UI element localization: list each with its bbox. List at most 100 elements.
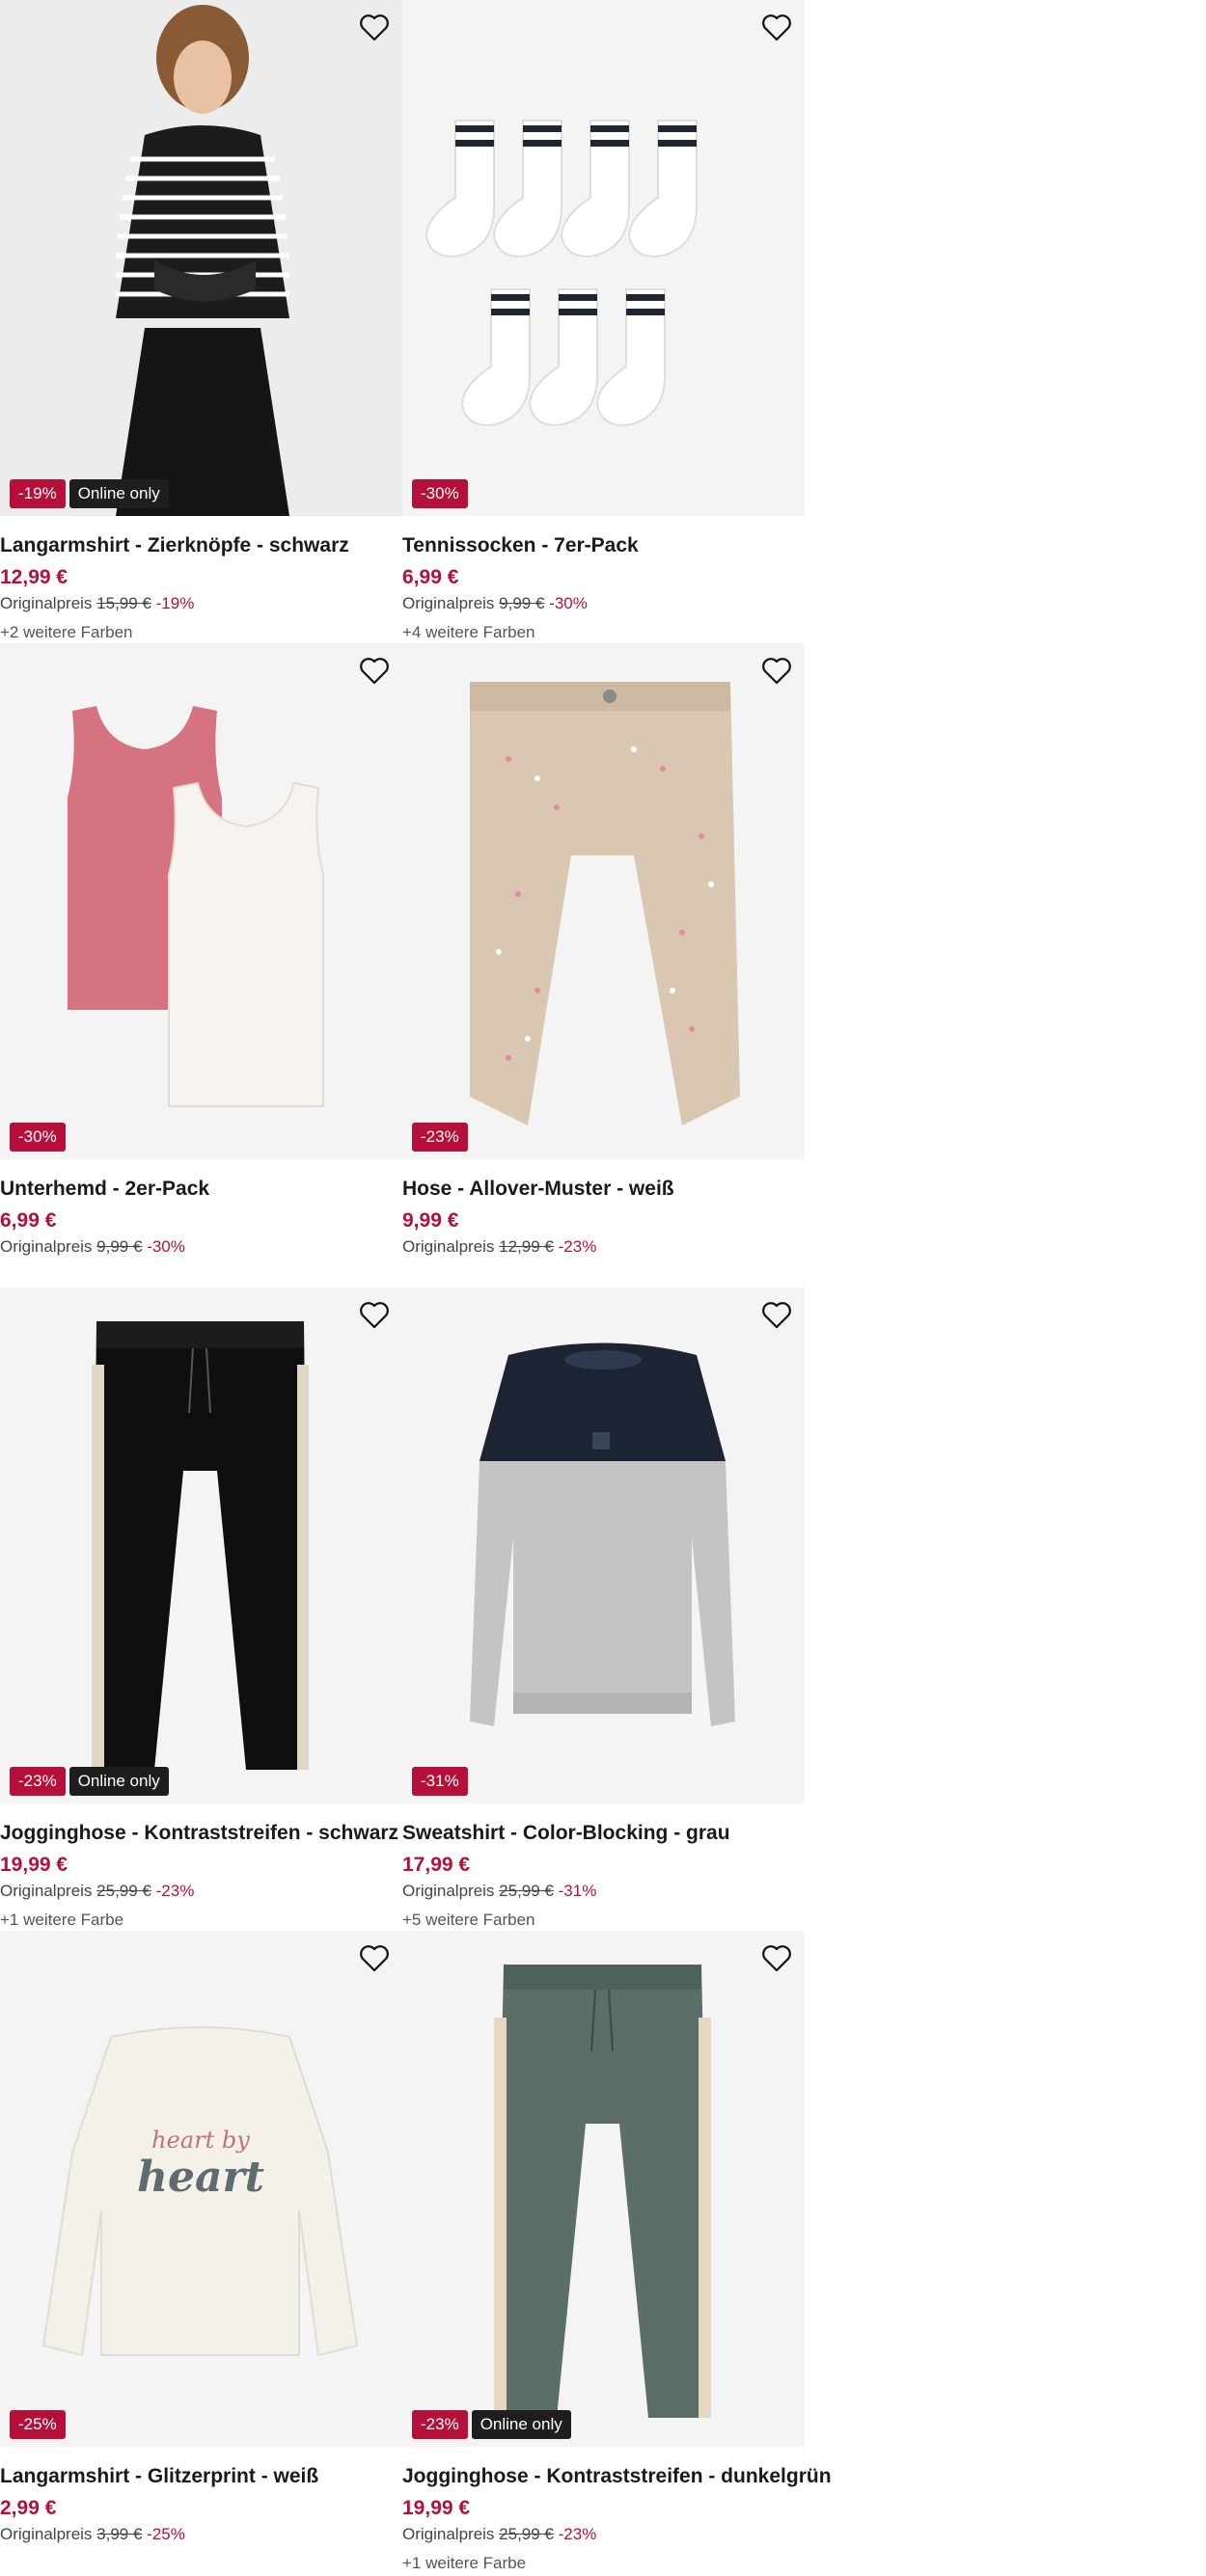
heart-outline-icon [762, 1302, 791, 1329]
discount-percent: -31% [558, 1882, 597, 1900]
discount-badge: -23% [412, 1123, 468, 1152]
product-price: 6,99 € [402, 566, 459, 588]
product-info: Hose - Allover-Muster - weiß 9,99 € Orig… [402, 1174, 805, 1259]
product-image[interactable]: -30% [402, 0, 805, 516]
discount-badge: -30% [10, 1123, 66, 1152]
original-price-label: Originalpreis [402, 1882, 495, 1900]
original-price: 9,99 € [499, 594, 545, 612]
wishlist-button[interactable] [358, 1299, 391, 1332]
original-price-row: Originalpreis 3,99 € -25% [0, 2523, 402, 2546]
product-image[interactable]: -30% [0, 643, 402, 1159]
product-title[interactable]: Hose - Allover-Muster - weiß [402, 1174, 805, 1205]
heart-outline-icon [360, 1945, 389, 1972]
discount-percent: -30% [549, 594, 588, 612]
striped-longsleeve-model-icon [0, 0, 402, 516]
black-jogging-pants-icon [0, 1288, 402, 1803]
discount-percent: -30% [147, 1237, 185, 1256]
white-heart-print-shirt-icon: heart by heart [0, 1931, 402, 2447]
heart-outline-icon [762, 14, 791, 41]
original-price: 25,99 € [96, 1882, 151, 1900]
original-price-row: Originalpreis 15,99 € -19% [0, 592, 402, 615]
discount-badge: -30% [412, 479, 468, 508]
original-price-label: Originalpreis [402, 594, 495, 612]
tank-tops-pink-white-icon [0, 643, 402, 1159]
grey-navy-sweatshirt-icon [402, 1288, 805, 1803]
discount-badge: -31% [412, 1767, 468, 1796]
discount-percent: -25% [147, 2525, 185, 2543]
heart-outline-icon [762, 1945, 791, 1972]
product-price: 6,99 € [0, 1209, 57, 1232]
wishlist-button[interactable] [760, 12, 793, 44]
wishlist-button[interactable] [358, 12, 391, 44]
discount-badge: -19% [10, 479, 66, 508]
badge-row: -25% [10, 2410, 66, 2439]
product-image[interactable]: -23% [402, 643, 805, 1159]
discount-badge: -23% [412, 2410, 468, 2439]
wishlist-button[interactable] [760, 1299, 793, 1332]
product-info: Langarmshirt - Zierknöpfe - schwarz 12,9… [0, 530, 402, 645]
product-title[interactable]: Langarmshirt - Zierknöpfe - schwarz [0, 530, 402, 561]
product-image[interactable]: -23% Online only [0, 1288, 402, 1803]
badge-row: -23% Online only [412, 2410, 571, 2439]
product-price: 17,99 € [402, 1854, 471, 1876]
product-title[interactable]: Unterhemd - 2er-Pack [0, 1174, 402, 1205]
online-only-badge: Online only [471, 2410, 571, 2439]
product-title[interactable]: Tennissocken - 7er-Pack [402, 530, 805, 561]
wishlist-button[interactable] [760, 655, 793, 688]
product-info: Unterhemd - 2er-Pack 6,99 € Originalprei… [0, 1174, 402, 1259]
product-price: 2,99 € [0, 2497, 57, 2519]
discount-percent: -19% [155, 594, 195, 612]
more-colors-link[interactable]: +5 weitere Farben [402, 1908, 805, 1933]
original-price: 25,99 € [499, 2525, 554, 2543]
product-price: 9,99 € [402, 1209, 459, 1232]
original-price-label: Originalpreis [0, 1237, 93, 1256]
original-price-row: Originalpreis 12,99 € -23% [402, 1235, 805, 1259]
product-image[interactable]: -23% Online only [402, 1931, 805, 2447]
green-jogging-pants-icon [402, 1931, 805, 2447]
badge-row: -30% [10, 1123, 66, 1152]
original-price: 25,99 € [499, 1882, 554, 1900]
product-image[interactable]: heart by heart -25% [0, 1931, 402, 2447]
more-colors-link[interactable]: +4 weitere Farben [402, 620, 805, 645]
print-text-2: heart [137, 2153, 264, 2202]
original-price-label: Originalpreis [0, 594, 93, 612]
more-colors-link[interactable]: +1 weitere Farbe [402, 2551, 805, 2576]
product-title[interactable]: Sweatshirt - Color-Blocking - grau [402, 1818, 805, 1849]
original-price-row: Originalpreis 25,99 € -31% [402, 1880, 805, 1903]
badge-row: -23% Online only [10, 1767, 169, 1796]
wishlist-button[interactable] [358, 1942, 391, 1975]
discount-percent: -23% [558, 1237, 597, 1256]
wishlist-button[interactable] [358, 655, 391, 688]
original-price-row: Originalpreis 25,99 € -23% [0, 1880, 402, 1903]
wishlist-button[interactable] [760, 1942, 793, 1975]
product-info: Sweatshirt - Color-Blocking - grau 17,99… [402, 1818, 805, 1933]
product-image[interactable]: -19% Online only [0, 0, 402, 516]
product-image[interactable]: -31% [402, 1288, 805, 1803]
original-price: 15,99 € [96, 594, 151, 612]
product-price: 12,99 € [0, 566, 69, 588]
more-colors-link[interactable]: +1 weitere Farbe [0, 1908, 402, 1933]
product-title[interactable]: Jogginghose - Kontraststreifen - schwarz [0, 1818, 402, 1849]
heart-outline-icon [360, 1302, 389, 1329]
product-title[interactable]: Jogginghose - Kontraststreifen - dunkelg… [402, 2461, 832, 2492]
original-price-row: Originalpreis 25,99 € -23% [402, 2523, 805, 2546]
badge-row: -19% Online only [10, 479, 169, 508]
white-tennis-socks-icon [402, 0, 805, 516]
print-text-1: heart by [151, 2127, 250, 2154]
original-price-label: Originalpreis [402, 2525, 495, 2543]
badge-row: -30% [412, 479, 468, 508]
online-only-badge: Online only [69, 479, 169, 508]
product-price: 19,99 € [402, 2497, 471, 2519]
badge-row: -31% [412, 1767, 468, 1796]
discount-percent: -23% [558, 2525, 597, 2543]
discount-percent: -23% [155, 1882, 195, 1900]
online-only-badge: Online only [69, 1767, 169, 1796]
original-price: 12,99 € [499, 1237, 554, 1256]
more-colors-link[interactable]: +2 weitere Farben [0, 620, 402, 645]
product-title[interactable]: Langarmshirt - Glitzerprint - weiß [0, 2461, 402, 2492]
heart-outline-icon [762, 658, 791, 685]
beige-patterned-pants-icon [402, 643, 805, 1159]
original-price-label: Originalpreis [0, 1882, 93, 1900]
product-info: Langarmshirt - Glitzerprint - weiß 2,99 … [0, 2461, 402, 2546]
original-price: 9,99 € [96, 1237, 143, 1256]
